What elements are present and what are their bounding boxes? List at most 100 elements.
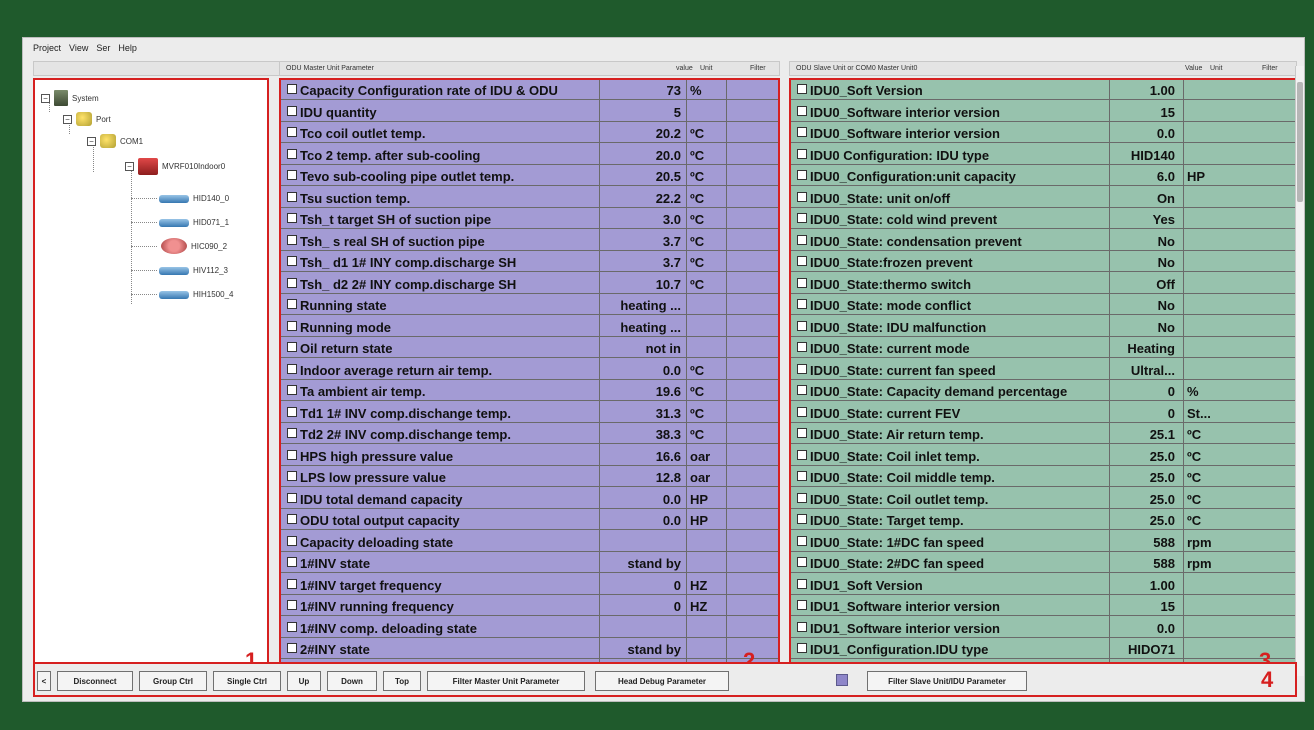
table-row[interactable]: IDU quantity 5 — [281, 102, 778, 122]
table-row[interactable]: IDU0_State: unit on/off On — [791, 188, 1295, 208]
collapse-toggle[interactable]: − — [125, 162, 134, 171]
table-row[interactable]: Tsh_t target SH of suction pipe 3.0 ºC — [281, 209, 778, 229]
scroll-left-button[interactable]: < — [37, 671, 51, 691]
table-row[interactable]: IDU0_State: current fan speed Ultral... — [791, 360, 1295, 380]
tree-node-com1[interactable]: − COM1 — [87, 134, 143, 148]
parameter-value: 588 — [1153, 534, 1175, 550]
table-row[interactable]: IDU0_Software interior version 0.0 — [791, 123, 1295, 143]
parameter-name: Ta ambient air temp. — [287, 384, 425, 399]
filter-slave-button[interactable]: Filter Slave Unit/IDU Parameter — [867, 671, 1027, 691]
table-row[interactable]: IDU0_State: Coil middle temp. 25.0 ºC — [791, 467, 1295, 487]
table-row[interactable]: 1#INV state stand by — [281, 553, 778, 573]
table-row[interactable]: IDU0_State:frozen prevent No — [791, 252, 1295, 272]
table-row[interactable]: IDU0_State: Coil inlet temp. 25.0 ºC — [791, 446, 1295, 466]
parameter-value: 38.3 — [655, 427, 681, 442]
table-row[interactable]: IDU1_Configuration.IDU type HIDO71 — [791, 639, 1295, 659]
parameter-unit: ºC — [690, 147, 705, 163]
table-row[interactable]: IDU0_Software interior version 15 — [791, 102, 1295, 122]
tree-node-idu-1[interactable]: HID071_1 — [159, 218, 229, 227]
table-row[interactable]: IDU0_State: current mode Heating — [791, 338, 1295, 358]
table-row[interactable]: 1#INV running frequency 0 HZ — [281, 596, 778, 616]
tree-node-port[interactable]: − Port — [63, 112, 111, 126]
menu-view[interactable]: View — [69, 43, 88, 53]
menu-help[interactable]: Help — [118, 43, 137, 53]
table-row[interactable]: Capacity deloading state — [281, 532, 778, 552]
disconnect-button[interactable]: Disconnect — [57, 671, 133, 691]
table-row[interactable]: IDU0_State: cold wind prevent Yes — [791, 209, 1295, 229]
table-row[interactable]: Ta ambient air temp. 19.6 ºC — [281, 381, 778, 401]
table-row[interactable]: IDU0_State: Capacity demand percentage 0% — [791, 381, 1295, 401]
table-row[interactable]: Oil return state not in — [281, 338, 778, 358]
table-row[interactable]: Tsh_ d2 2# INY comp.discharge SH 10.7 ºC — [281, 274, 778, 294]
up-button[interactable]: Up — [287, 671, 321, 691]
collapse-toggle[interactable]: − — [63, 114, 72, 124]
table-row[interactable]: IDU0_State:thermo switch Off — [791, 274, 1295, 294]
scrollbar-thumb[interactable] — [1297, 82, 1303, 202]
parameter-name: IDU0_State: Coil inlet temp. — [797, 449, 980, 464]
collapse-toggle[interactable]: − — [41, 93, 50, 103]
tree-node-idu-4[interactable]: HIH1500_4 — [159, 290, 233, 299]
table-row[interactable]: IDU0_State: Target temp. 25.0 ºC — [791, 510, 1295, 530]
table-row[interactable]: Tco coil outlet temp. 20.2 ºC — [281, 123, 778, 143]
tree-node-label: COM1 — [120, 136, 144, 146]
parameter-value: 0.0 — [1156, 620, 1175, 636]
top-button[interactable]: Top — [383, 671, 421, 691]
table-row[interactable]: LPS low pressure value 12.8 oar — [281, 467, 778, 487]
table-row[interactable]: IDU0 Configuration: IDU type HID140 — [791, 145, 1295, 165]
table-row[interactable]: IDU0_State: condensation prevent No — [791, 231, 1295, 251]
parameter-value: 20.0 — [655, 147, 681, 163]
table-row[interactable]: IDU0_State: 2#DC fan speed 588 rpm — [791, 553, 1295, 573]
parameter-name: 1#INV target frequency — [287, 578, 442, 593]
filter-master-button[interactable]: Filter Master Unit Parameter — [427, 671, 585, 691]
table-row[interactable]: 1#INV target frequency 0 HZ — [281, 575, 778, 595]
tree-node-idu-3[interactable]: HIV112_3 — [159, 266, 228, 275]
table-row[interactable]: IDU0_State: IDU malfunction No — [791, 317, 1295, 337]
menu-project[interactable]: Project — [33, 43, 61, 53]
table-row[interactable]: 2#INY state stand by — [281, 639, 778, 659]
tree-node-label: HID140_0 — [193, 194, 230, 203]
filter-checkbox[interactable] — [836, 674, 848, 686]
group-ctrl-button[interactable]: Group Ctrl — [139, 671, 207, 691]
table-row[interactable]: IDU0_State: Air return temp. 25.1 ºC — [791, 424, 1295, 444]
parameter-value: 19.6 — [655, 384, 681, 399]
table-row[interactable]: Tsu suction temp. 22.2 ºC — [281, 188, 778, 208]
table-row[interactable]: Capacity Configuration rate of IDU & ODU… — [281, 80, 778, 100]
tree-node-idu-2[interactable]: HIC090_2 — [161, 238, 227, 254]
tree-node-outdoor-unit[interactable]: − MVRF010Indoor0 — [125, 158, 225, 175]
parameter-unit: ºC — [690, 212, 705, 227]
table-row[interactable]: IDU0_State: 1#DC fan speed 588 rpm — [791, 532, 1295, 552]
tree-node-system[interactable]: − System — [41, 90, 99, 106]
table-row[interactable]: Tsh_ d1 1# INY comp.discharge SH 3.7 ºC — [281, 252, 778, 272]
parameter-name: IDU0_Software interior version — [797, 105, 1000, 120]
tree-node-idu-0[interactable]: HID140_0 — [159, 194, 229, 203]
table-row[interactable]: 1#INV comp. deloading state — [281, 618, 778, 638]
table-row[interactable]: Running state heating ... — [281, 295, 778, 315]
single-ctrl-button[interactable]: Single Ctrl — [213, 671, 281, 691]
table-row[interactable]: IDU1_Software interior version 15 — [791, 596, 1295, 616]
table-row[interactable]: Tevo sub-cooling pipe outlet temp. 20.5 ºC — [281, 166, 778, 186]
table-row[interactable]: IDU total demand capacity 0.0 HP — [281, 489, 778, 509]
table-row[interactable]: Td2 2# INV comp.dischange temp. 38.3 ºC — [281, 424, 778, 444]
parameter-unit: rpm — [1187, 556, 1212, 571]
table-row[interactable]: Running mode heating ... — [281, 317, 778, 337]
table-row[interactable]: IDU1_Soft Version 1.00 — [791, 575, 1295, 595]
table-row[interactable]: Indoor average return air temp. 0.0 ºC — [281, 360, 778, 380]
head-debug-button[interactable]: Head Debug Parameter — [595, 671, 729, 691]
table-row[interactable]: IDU0_Soft Version 1.00 — [791, 80, 1295, 100]
table-row[interactable]: IDU0_State: mode conflict No — [791, 295, 1295, 315]
menu-ser[interactable]: Ser — [96, 43, 110, 53]
table-row[interactable]: IDU0_Configuration:unit capacity 6.0 HP — [791, 166, 1295, 186]
parameter-name: 2#INY state — [287, 642, 370, 657]
table-row[interactable]: Tco 2 temp. after sub-cooling 20.0 ºC — [281, 145, 778, 165]
slave-scrollbar[interactable] — [1295, 66, 1304, 676]
table-row[interactable]: IDU1_Software interior version 0.0 — [791, 618, 1295, 638]
table-row[interactable]: HPS high pressure value 16.6 oar — [281, 446, 778, 466]
table-row[interactable]: IDU0_State: Coil outlet temp. 25.0 ºC — [791, 489, 1295, 509]
collapse-toggle[interactable]: − — [87, 136, 96, 146]
table-row[interactable]: Tsh_ s real SH of suction pipe 3.7 ºC — [281, 231, 778, 251]
table-row[interactable]: Td1 1# INV comp.dischange temp. 31.3 ºC — [281, 403, 778, 423]
table-row[interactable]: ODU total output capacity 0.0 HP — [281, 510, 778, 530]
down-button[interactable]: Down — [327, 671, 377, 691]
table-row[interactable]: IDU0_State: current FEV 0 St... — [791, 403, 1295, 423]
indoor-unit-icon — [159, 290, 189, 299]
